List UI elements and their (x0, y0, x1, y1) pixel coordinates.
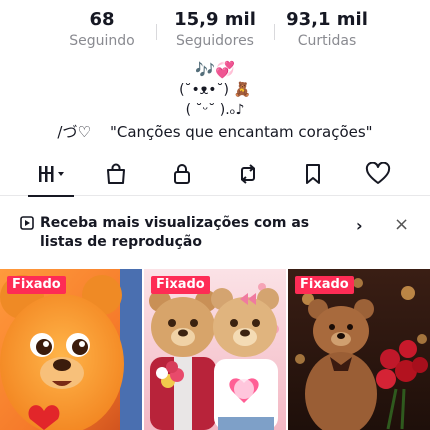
likes-label: Curtidas (297, 33, 357, 49)
pinned-badge: Fixado (7, 276, 66, 294)
video-grid: Fixado Fixado Fixado (0, 269, 430, 430)
grid-videos-icon (39, 166, 64, 182)
tab-favorites[interactable] (278, 152, 348, 196)
pinned-badge: Fixado (295, 276, 354, 294)
playlist-banner[interactable]: Receba mais visualizações com as listas … (0, 204, 430, 260)
lock-icon (174, 164, 190, 184)
tab-private[interactable] (147, 152, 217, 196)
likes-stat[interactable]: 93,1 mil Curtidas (267, 8, 387, 50)
profile-tabs (0, 152, 430, 197)
tab-videos[interactable] (16, 152, 86, 197)
profile-stats: 68 Seguindo 15,9 mil Seguidores 93,1 mil… (0, 8, 430, 52)
followers-count: 15,9 mil (174, 9, 256, 30)
active-tab-indicator (28, 195, 74, 197)
bookmark-icon (306, 164, 320, 184)
video-thumbnail[interactable]: Fixado (144, 269, 286, 430)
tab-liked[interactable] (343, 152, 413, 196)
playlist-icon (20, 216, 34, 230)
close-icon[interactable]: × (394, 214, 409, 235)
tab-shop[interactable] (81, 152, 151, 196)
following-count: 68 (89, 9, 115, 30)
following-stat[interactable]: 68 Seguindo (42, 8, 162, 50)
bio-line-2: (˘•ᴥ•˘) 🧸 (179, 82, 251, 98)
followers-label: Seguidores (176, 33, 254, 49)
bio-line-3: ( ˘ᵕ˘ ).ₒ♪ (185, 102, 245, 118)
video-thumbnail[interactable]: Fixado (0, 269, 142, 430)
shop-bag-icon (107, 163, 125, 184)
likes-count: 93,1 mil (286, 9, 368, 30)
bio-line-1: 🎶💞 (195, 60, 235, 79)
bio-line-4: /づ♡ "Canções que encantam corações" (57, 123, 373, 141)
banner-text: Receba mais visualizações com as listas … (40, 215, 310, 250)
pinned-badge: Fixado (151, 276, 210, 294)
following-label: Seguindo (69, 33, 135, 49)
tab-reposts[interactable] (213, 152, 283, 196)
heart-icon (365, 162, 391, 184)
repost-icon (240, 164, 256, 184)
followers-stat[interactable]: 15,9 mil Seguidores (155, 8, 275, 50)
video-thumbnail[interactable]: Fixado (288, 269, 430, 430)
chevron-right-icon[interactable]: › (356, 216, 363, 235)
